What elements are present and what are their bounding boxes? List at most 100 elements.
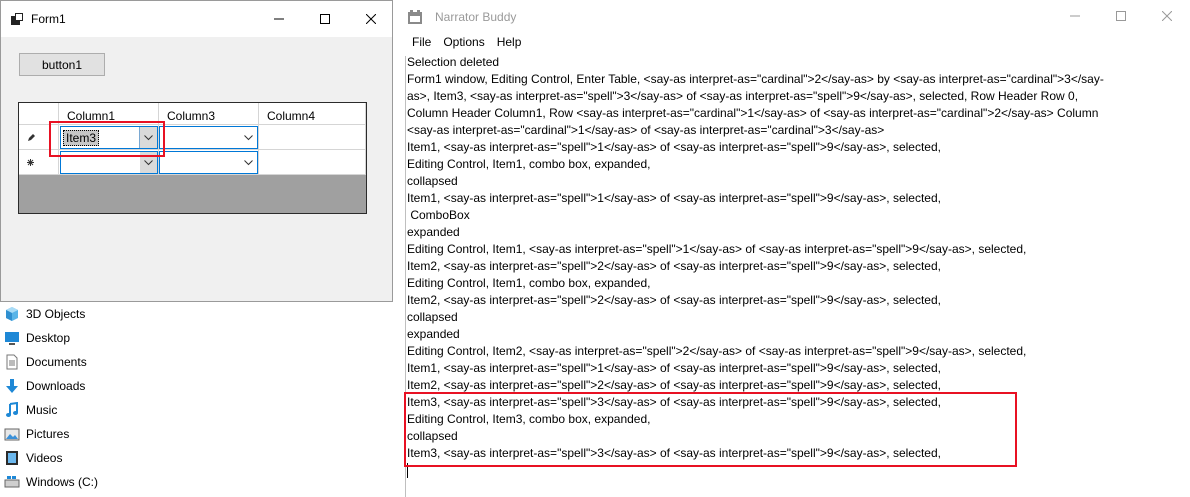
maximize-icon xyxy=(1116,11,1126,21)
row-header-editing[interactable] xyxy=(19,125,59,150)
narrator-log-textbox[interactable]: Selection deleted Form1 window, Editing … xyxy=(407,54,1187,462)
log-line: Editing Control, Item1, combo box, expan… xyxy=(407,157,651,171)
pencil-icon xyxy=(28,134,35,141)
minimize-icon xyxy=(274,18,284,20)
log-line: Item1, <say-as interpret-as="spell">1</s… xyxy=(407,140,941,154)
minimize-button[interactable] xyxy=(1052,0,1098,32)
log-line: collapsed xyxy=(407,174,458,188)
maximize-icon xyxy=(320,14,330,24)
log-line: Editing Control, Item2, <say-as interpre… xyxy=(407,344,1027,358)
column3-combo-box[interactable] xyxy=(159,126,258,149)
menu-file[interactable]: File xyxy=(412,34,431,52)
3d-objects-icon xyxy=(4,306,20,322)
maximize-button[interactable] xyxy=(302,1,348,37)
log-line: Item3, <say-as interpret-as="spell">3</s… xyxy=(407,446,941,460)
music-icon xyxy=(4,402,20,418)
menu-help[interactable]: Help xyxy=(497,34,522,52)
row-header-new[interactable] xyxy=(19,150,59,175)
form1-title: Form1 xyxy=(31,12,66,26)
table-cell[interactable] xyxy=(59,150,159,175)
nav-item-pictures[interactable]: Pictures xyxy=(4,422,98,446)
nav-item-music[interactable]: Music xyxy=(4,398,98,422)
nav-item-label: Videos xyxy=(26,451,63,465)
narrator-buddy-window: Narrator Buddy File Options Help Selecti… xyxy=(398,0,1190,497)
form1-titlebar[interactable]: Form1 xyxy=(1,1,392,37)
close-button[interactable] xyxy=(348,1,394,37)
nav-item-label: 3D Objects xyxy=(26,307,86,321)
nav-item-windows-c[interactable]: Windows (C:) xyxy=(4,470,98,494)
maximize-button[interactable] xyxy=(1098,0,1144,32)
log-line: expanded xyxy=(407,327,460,341)
menu-bar: File Options Help xyxy=(412,34,521,52)
narrator-app-icon xyxy=(408,10,422,24)
log-line: <say-as interpret-as="cardinal">1</say-a… xyxy=(407,123,885,137)
table-cell[interactable] xyxy=(159,125,259,150)
nav-item-documents[interactable]: Documents xyxy=(4,350,98,374)
log-line: Item2, <say-as interpret-as="spell">2</s… xyxy=(407,378,941,392)
close-button[interactable] xyxy=(1144,0,1190,32)
log-line: expanded xyxy=(407,225,460,239)
table-cell[interactable] xyxy=(259,125,366,150)
data-grid-view[interactable]: Column1 Column3 Column4 Item3 xyxy=(18,102,367,214)
minimize-button[interactable] xyxy=(256,1,302,37)
log-line: Item2, <say-as interpret-as="spell">2</s… xyxy=(407,259,941,273)
nav-item-label: Windows (C:) xyxy=(26,475,99,489)
downloads-icon xyxy=(4,378,20,394)
log-line: collapsed xyxy=(407,429,458,443)
column-header-column3[interactable]: Column3 xyxy=(159,103,259,125)
log-line: Editing Control, Item3, combo box, expan… xyxy=(407,412,651,426)
videos-icon xyxy=(4,450,20,466)
nav-item-desktop[interactable]: Desktop xyxy=(4,326,98,350)
text-caret xyxy=(407,463,408,478)
column-header-column4[interactable]: Column4 xyxy=(259,103,366,125)
log-line: Form1 window, Editing Control, Enter Tab… xyxy=(407,72,1104,86)
log-line: Item1, <say-as interpret-as="spell">1</s… xyxy=(407,191,941,205)
nav-item-label: Downloads xyxy=(26,379,86,393)
menu-options[interactable]: Options xyxy=(443,34,484,52)
chevron-down-icon[interactable] xyxy=(139,127,157,148)
log-line: as>, Item3, <say-as interpret-as="spell"… xyxy=(407,89,1079,103)
table-cell[interactable]: Item3 xyxy=(59,125,159,150)
button1[interactable]: button1 xyxy=(19,53,105,76)
narrator-title: Narrator Buddy xyxy=(435,10,517,24)
minimize-icon xyxy=(1070,15,1080,17)
log-line: Item2, <say-as interpret-as="spell">2</s… xyxy=(407,293,941,307)
close-icon xyxy=(1162,11,1172,21)
pictures-icon xyxy=(4,426,20,442)
nav-item-videos[interactable]: Videos xyxy=(4,446,98,470)
chevron-down-icon[interactable] xyxy=(140,152,157,173)
log-line: Item3, <say-as interpret-as="spell">3</s… xyxy=(407,395,941,409)
documents-icon xyxy=(4,354,20,370)
log-line: Editing Control, Item1, <say-as interpre… xyxy=(407,242,1027,256)
table-cell[interactable] xyxy=(259,150,366,175)
close-icon xyxy=(366,14,376,24)
log-line: Column Header Column1, Row <say-as inter… xyxy=(407,106,1099,120)
nav-item-label: Music xyxy=(26,403,58,417)
column-header-column1[interactable]: Column1 xyxy=(59,103,159,125)
grid-corner-header[interactable] xyxy=(19,103,59,125)
log-line: collapsed xyxy=(407,310,458,324)
nav-item-label: Desktop xyxy=(26,331,71,345)
explorer-nav-list: 3D Objects Desktop Documents Downloads M… xyxy=(4,302,98,494)
chevron-down-icon[interactable] xyxy=(240,127,257,148)
form-app-icon xyxy=(11,13,23,25)
desktop-icon xyxy=(4,330,20,346)
column3-new-combo-box[interactable] xyxy=(159,151,258,174)
log-line: Selection deleted xyxy=(407,55,500,69)
log-line: Editing Control, Item1, combo box, expan… xyxy=(407,276,651,290)
chevron-down-icon[interactable] xyxy=(240,152,257,173)
log-line: Item1, <say-as interpret-as="spell">1</s… xyxy=(407,361,941,375)
nav-item-downloads[interactable]: Downloads xyxy=(4,374,98,398)
drive-icon xyxy=(4,474,20,490)
log-line: ComboBox xyxy=(407,208,470,222)
nav-item-label: Documents xyxy=(26,355,87,369)
table-cell[interactable] xyxy=(159,150,259,175)
nav-item-label: Pictures xyxy=(26,427,70,441)
column1-combo-box[interactable]: Item3 xyxy=(60,126,158,149)
text-area-border xyxy=(405,56,406,497)
form1-window: Form1 button1 Column1 Column3 Column4 It… xyxy=(0,0,393,302)
combo-selected-text: Item3 xyxy=(63,130,100,146)
column1-new-combo-box[interactable] xyxy=(60,151,158,174)
nav-item-3d-objects[interactable]: 3D Objects xyxy=(4,302,98,326)
new-row-icon xyxy=(27,159,34,166)
